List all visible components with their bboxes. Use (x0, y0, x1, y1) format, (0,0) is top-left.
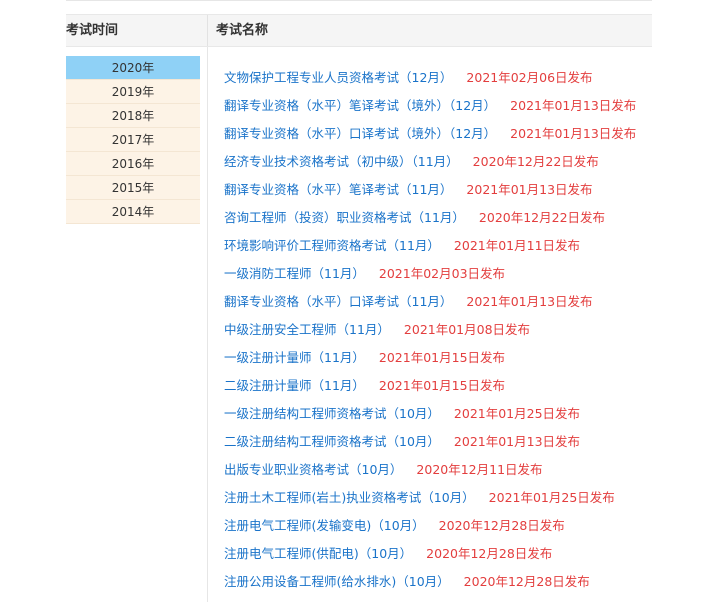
exam-row: 注册土木工程师(岩土)执业资格考试（10月） 2021年01月25日发布 (224, 484, 704, 512)
exam-name-link[interactable]: 翻译专业资格（水平）口译考试（境外）（12月） (224, 126, 496, 141)
exam-row: 一级注册结构工程师资格考试（10月） 2021年01月25日发布 (224, 400, 704, 428)
exam-publish-date: 2021年01月13日发布 (453, 434, 581, 449)
year-item[interactable]: 2018年 (66, 104, 200, 128)
year-list: 2020年 2019年 2018年 2017年 2016年 2015年 2014年 (66, 56, 200, 224)
table-header: 考试时间 考试名称 (66, 14, 652, 47)
exam-row: 一级注册计量师（11月） 2021年01月15日发布 (224, 344, 704, 372)
exam-publish-date: 2020年12月28日发布 (426, 546, 553, 561)
exam-name-link[interactable]: 二级注册结构工程师资格考试（10月） (224, 434, 440, 449)
exam-publish-date: 2021年01月13日发布 (466, 182, 593, 197)
exam-name-link[interactable]: 环境影响评价工程师资格考试（11月） (224, 238, 440, 253)
exam-row: 注册公用设备工程师(给水排水)（10月） 2020年12月28日发布 (224, 568, 704, 596)
exam-row: 文物保护工程专业人员资格考试（12月） 2021年02月06日发布 (224, 64, 704, 92)
exam-row: 二级注册结构工程师资格考试（10月） 2021年01月13日发布 (224, 428, 704, 456)
exam-publish-date: 2021年01月15日发布 (378, 350, 506, 365)
exam-name-link[interactable]: 一级注册结构工程师资格考试（10月） (224, 406, 440, 421)
exam-publish-date: 2020年12月28日发布 (438, 518, 565, 533)
exam-name-link[interactable]: 翻译专业资格（水平）口译考试（11月） (224, 294, 452, 309)
exam-list: 文物保护工程专业人员资格考试（12月） 2021年02月06日发布翻译专业资格（水… (224, 64, 704, 596)
year-item[interactable]: 2015年 (66, 176, 200, 200)
exam-row: 翻译专业资格（水平）笔译考试（11月） 2021年01月13日发布 (224, 176, 704, 204)
exam-name-link[interactable]: 文物保护工程专业人员资格考试（12月） (224, 70, 452, 85)
exam-publish-date: 2021年01月15日发布 (378, 378, 506, 393)
exam-row: 出版专业职业资格考试（10月） 2020年12月11日发布 (224, 456, 704, 484)
exam-publish-date: 2021年02月03日发布 (378, 266, 506, 281)
exam-name-link[interactable]: 二级注册计量师（11月） (224, 378, 365, 393)
exam-name-link[interactable]: 注册公用设备工程师(给水排水)（10月） (224, 574, 450, 589)
top-border (66, 0, 652, 1)
exam-publish-date: 2021年01月13日发布 (510, 98, 637, 113)
exam-publish-date: 2020年12月22日发布 (478, 210, 606, 225)
year-item[interactable]: 2017年 (66, 128, 200, 152)
exam-publish-date: 2021年01月11日发布 (453, 238, 581, 253)
exam-publish-date: 2021年01月25日发布 (488, 490, 615, 505)
year-item[interactable]: 2014年 (66, 200, 200, 224)
year-item[interactable]: 2020年 (66, 56, 200, 80)
exam-row: 环境影响评价工程师资格考试（11月） 2021年01月11日发布 (224, 232, 704, 260)
exam-row: 注册电气工程师(发输变电)（10月） 2020年12月28日发布 (224, 512, 704, 540)
exam-name-link[interactable]: 翻译专业资格（水平）笔译考试（境外）（12月） (224, 98, 496, 113)
exam-publish-date: 2020年12月28日发布 (463, 574, 590, 589)
header-exam-time: 考试时间 (66, 23, 119, 38)
column-divider (207, 47, 208, 602)
exam-row: 二级注册计量师（11月） 2021年01月15日发布 (224, 372, 704, 400)
exam-publish-date: 2020年12月11日发布 (416, 462, 543, 477)
exam-row: 咨询工程师（投资）职业资格考试（11月） 2020年12月22日发布 (224, 204, 704, 232)
exam-row: 一级消防工程师（11月） 2021年02月03日发布 (224, 260, 704, 288)
exam-publish-date: 2021年01月13日发布 (466, 294, 593, 309)
header-exam-name: 考试名称 (216, 23, 269, 38)
exam-name-link[interactable]: 注册土木工程师(岩土)执业资格考试（10月） (224, 490, 475, 505)
header-separator (207, 15, 208, 46)
exam-name-link[interactable]: 咨询工程师（投资）职业资格考试（11月） (224, 210, 465, 225)
exam-name-link[interactable]: 注册电气工程师(发输变电)（10月） (224, 518, 425, 533)
exam-name-link[interactable]: 翻译专业资格（水平）笔译考试（11月） (224, 182, 452, 197)
exam-row: 经济专业技术资格考试（初中级）（11月） 2020年12月22日发布 (224, 148, 704, 176)
exam-publish-date: 2020年12月22日发布 (472, 154, 599, 169)
exam-name-link[interactable]: 注册电气工程师(供配电)（10月） (224, 546, 412, 561)
exam-publish-date: 2021年01月25日发布 (453, 406, 581, 421)
exam-row: 翻译专业资格（水平）口译考试（11月） 2021年01月13日发布 (224, 288, 704, 316)
exam-name-link[interactable]: 经济专业技术资格考试（初中级）（11月） (224, 154, 459, 169)
exam-row: 中级注册安全工程师（11月） 2021年01月08日发布 (224, 316, 704, 344)
year-item[interactable]: 2016年 (66, 152, 200, 176)
exam-name-link[interactable]: 一级消防工程师（11月） (224, 266, 365, 281)
exam-publish-date: 2021年02月06日发布 (466, 70, 593, 85)
exam-row: 翻译专业资格（水平）口译考试（境外）（12月） 2021年01月13日发布 (224, 120, 704, 148)
exam-publish-date: 2021年01月08日发布 (403, 322, 531, 337)
exam-row: 注册电气工程师(供配电)（10月） 2020年12月28日发布 (224, 540, 704, 568)
exam-row: 翻译专业资格（水平）笔译考试（境外）（12月） 2021年01月13日发布 (224, 92, 704, 120)
exam-name-link[interactable]: 中级注册安全工程师（11月） (224, 322, 390, 337)
exam-publish-date: 2021年01月13日发布 (510, 126, 637, 141)
exam-name-link[interactable]: 出版专业职业资格考试（10月） (224, 462, 402, 477)
exam-name-link[interactable]: 一级注册计量师（11月） (224, 350, 365, 365)
year-item[interactable]: 2019年 (66, 80, 200, 104)
